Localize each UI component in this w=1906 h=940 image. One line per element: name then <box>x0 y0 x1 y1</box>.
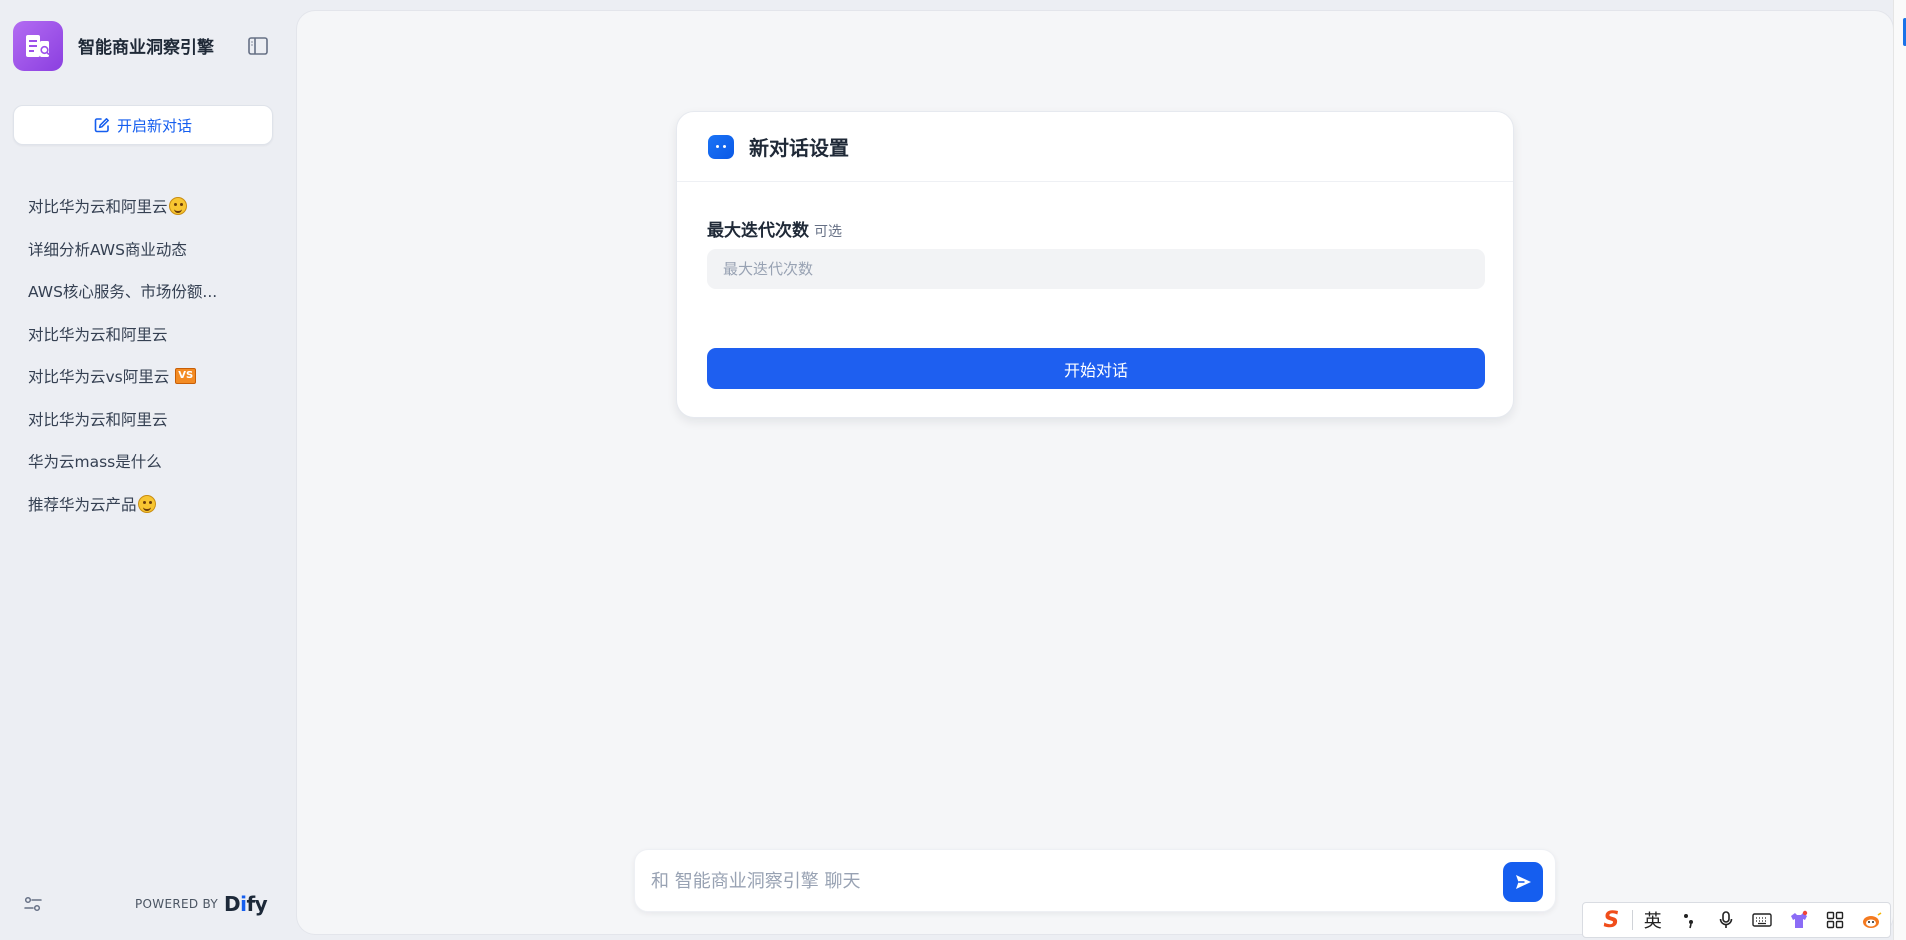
ime-skin-shirt-icon[interactable] <box>1780 905 1817 935</box>
card-title: 新对话设置 <box>749 136 849 160</box>
conversation-label: 对比华为云和阿里云 <box>28 325 168 344</box>
chat-input[interactable] <box>651 860 1491 902</box>
vs-badge-icon: VS <box>175 368 197 385</box>
conversation-list: 对比华为云和阿里云 详细分析AWS商业动态 AWS核心服务、市场份额... 对比华为云… <box>0 185 297 525</box>
max-iterations-label: 最大迭代次数 可选 <box>707 216 842 241</box>
field-label-text: 最大迭代次数 <box>707 221 809 241</box>
app-title: 智能商业洞察引擎 <box>78 38 214 58</box>
ime-mascot-icon[interactable] <box>1853 905 1890 935</box>
powered-by-label: POWERED BY <box>135 897 219 911</box>
conversation-label: 对比华为云和阿里云 <box>28 410 168 429</box>
sidebar-toggle-button[interactable] <box>244 34 272 58</box>
sidebar-footer: POWERED BY Dify <box>0 886 297 920</box>
conversation-item[interactable]: 对比华为云和阿里云 <box>0 185 297 228</box>
card-header: 新对话设置 <box>677 112 1513 182</box>
powered-by: POWERED BY Dify <box>135 892 268 916</box>
conversation-item[interactable]: 对比华为云和阿里云 <box>0 313 297 356</box>
smile-emoji-icon <box>168 197 187 216</box>
ime-microphone-icon[interactable] <box>1707 905 1744 935</box>
vendor-logo-part: D <box>224 892 241 916</box>
conversation-label: AWS核心服务、市场份额... <box>28 283 218 302</box>
ime-apps-grid-icon[interactable] <box>1817 905 1854 935</box>
conversation-label: 对比华为云和阿里云 <box>28 198 168 217</box>
chat-bot-icon <box>708 134 734 159</box>
app-root: 智能商业洞察引擎 开启新对话 对比华为云和阿里云 详细分析AWS商业动态 AWS核心… <box>0 0 1906 940</box>
conversation-label: 华为云mass是什么 <box>28 453 162 472</box>
optional-tag: 可选 <box>814 224 842 240</box>
edit-icon <box>94 118 109 133</box>
start-conversation-button[interactable]: 开始对话 <box>707 348 1485 389</box>
conversation-item[interactable]: 详细分析AWS商业动态 <box>0 228 297 271</box>
ime-toolbar: S 英 <box>1582 902 1891 938</box>
right-scrollbar[interactable] <box>1893 0 1906 940</box>
send-button[interactable] <box>1503 862 1543 902</box>
new-chat-button[interactable]: 开启新对话 <box>13 105 273 145</box>
conversation-label: 推荐华为云产品 <box>28 495 137 514</box>
vendor-logo-part: fy <box>246 892 268 916</box>
chat-input-bar <box>634 849 1556 912</box>
smile-emoji-icon <box>137 494 156 513</box>
sidebar-panel-icon <box>248 37 268 55</box>
new-chat-label: 开启新对话 <box>116 116 192 135</box>
ime-keyboard-icon[interactable] <box>1744 905 1781 935</box>
send-icon <box>1516 875 1531 889</box>
conversation-item[interactable]: 华为云mass是什么 <box>0 440 297 483</box>
settings-sliders-icon[interactable] <box>23 894 43 914</box>
conversation-label: 对比华为云vs阿里云 <box>28 368 170 387</box>
ime-logo-icon[interactable]: S <box>1593 905 1630 935</box>
new-conversation-settings-card: 新对话设置 最大迭代次数可选 开始对话 <box>676 111 1514 418</box>
conversation-item[interactable]: 对比华为云vs阿里云 VS <box>0 355 297 398</box>
main-panel: 新对话设置 最大迭代次数可选 开始对话 <box>297 11 1893 934</box>
ime-language-toggle[interactable]: 英 <box>1634 905 1671 935</box>
vendor-logo: Dify <box>224 892 268 916</box>
ime-separator <box>1631 910 1633 930</box>
conversation-label: 详细分析AWS商业动态 <box>28 240 187 259</box>
sidebar: 智能商业洞察引擎 开启新对话 对比华为云和阿里云 详细分析AWS商业动态 AWS核心… <box>0 0 297 940</box>
conversation-item[interactable]: 对比华为云和阿里云 <box>0 398 297 441</box>
conversation-item[interactable]: 推荐华为云产品 <box>0 483 297 526</box>
ime-punctuation-icon[interactable] <box>1671 905 1708 935</box>
brand: 智能商业洞察引擎 <box>13 20 214 71</box>
max-iterations-input[interactable] <box>707 249 1485 289</box>
app-logo-icon <box>13 20 63 71</box>
conversation-item[interactable]: AWS核心服务、市场份额... <box>0 270 297 313</box>
